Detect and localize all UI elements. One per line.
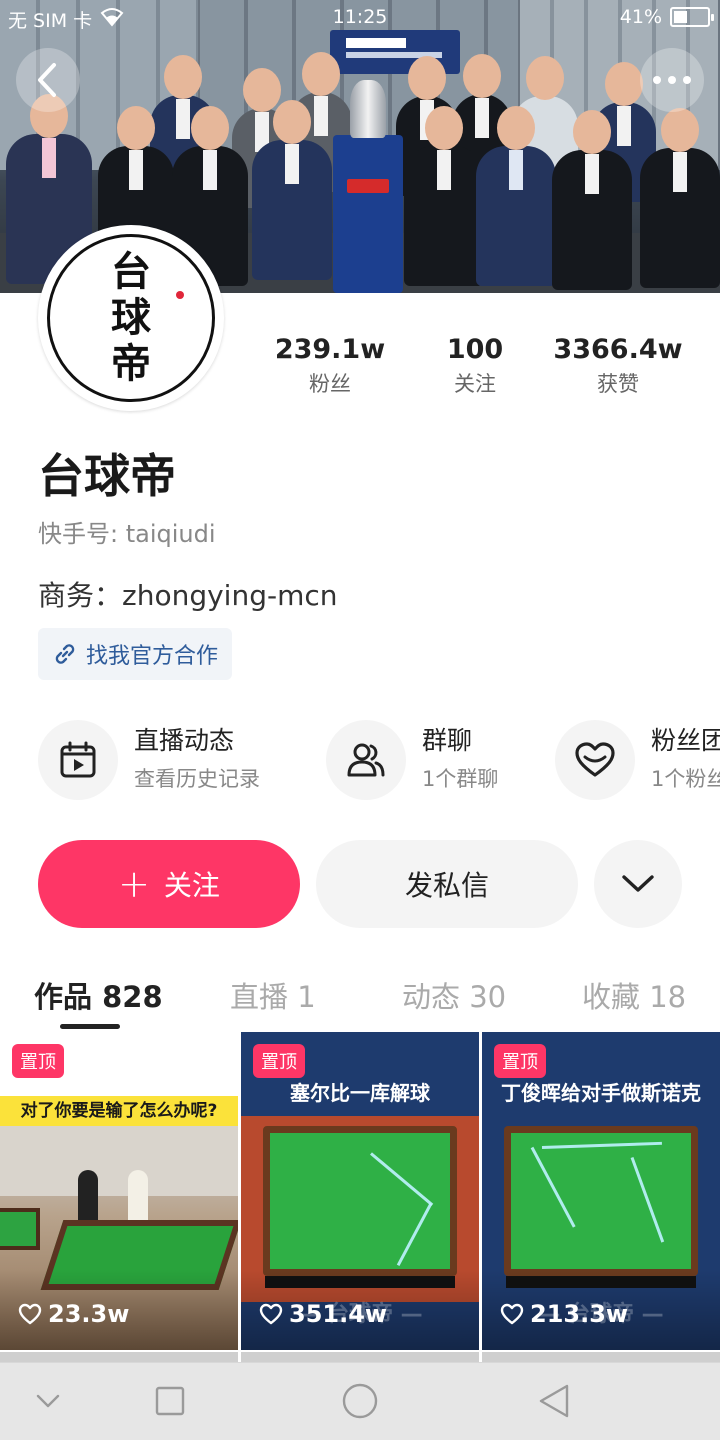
stat-value: 3366.4w	[553, 334, 683, 365]
tab-favorites[interactable]: 收藏 18	[582, 974, 686, 1016]
avatar-red-dot	[176, 291, 184, 299]
kuaishou-id[interactable]: 快手号: taiqiudi	[38, 514, 216, 549]
tab-active-indicator	[60, 1024, 120, 1029]
feature-subtitle: 1个群聊	[422, 767, 499, 791]
video-caption: 丁俊晖给对手做斯诺克	[501, 1081, 701, 1105]
pinned-badge: 置顶	[494, 1044, 546, 1078]
status-bar: 无 SIM 卡 11:25 41%	[0, 0, 720, 38]
video-grid: 置顶 对了你要是输了怎么办呢? 23.3w 置顶 塞尔比一库解球 — 台球帝 —…	[0, 1032, 720, 1362]
link-icon	[55, 644, 75, 664]
back-button[interactable]	[16, 48, 80, 112]
stat-likes[interactable]: 3366.4w 获赞	[550, 334, 686, 400]
square-icon	[155, 1386, 185, 1416]
feature-subtitle: 1个粉丝团	[651, 767, 720, 791]
tab-label: 直播 1	[230, 980, 316, 1014]
banner-player	[640, 108, 720, 288]
likes-count: 213.3w	[530, 1300, 629, 1328]
stat-label: 粉丝	[309, 372, 351, 396]
calendar-play-icon	[38, 720, 118, 800]
video-caption: 塞尔比一库解球	[290, 1081, 430, 1105]
likes-count: 351.4w	[289, 1300, 388, 1328]
follow-label: 关注	[163, 869, 220, 902]
battery-icon	[670, 7, 714, 27]
video-likes: 213.3w	[500, 1300, 628, 1328]
cooperation-label: 找我官方合作	[86, 644, 219, 669]
more-dots-icon	[653, 76, 691, 84]
triangle-back-icon	[539, 1384, 569, 1418]
banner-player	[476, 106, 556, 286]
nav-recents-button[interactable]	[150, 1381, 190, 1421]
group-users-icon	[326, 720, 406, 800]
stat-followers[interactable]: 239.1w 粉丝	[270, 334, 390, 400]
feature-title: 粉丝团	[651, 726, 720, 755]
banner-trophy	[350, 80, 386, 138]
video-tile[interactable]: 置顶 丁俊晖给对手做斯诺克 — 台球帝 — 213.3w	[482, 1032, 720, 1350]
plus-icon: +	[118, 862, 150, 906]
likes-count: 23.3w	[48, 1300, 130, 1328]
video-tile[interactable]: 置顶 对了你要是输了怎么办呢? 23.3w	[0, 1032, 238, 1350]
chevron-down-icon	[36, 1394, 60, 1408]
nav-home-button[interactable]	[340, 1381, 380, 1421]
nav-collapse-button[interactable]	[28, 1381, 68, 1421]
battery-percent: 41%	[619, 6, 662, 28]
clock: 11:25	[332, 6, 388, 28]
feature-group-chat[interactable]: 群聊 1个群聊	[326, 720, 498, 800]
chevron-left-icon	[38, 63, 56, 97]
banner-player	[404, 106, 484, 286]
heart-outline-icon	[500, 1303, 524, 1325]
tab-label: 动态 30	[402, 980, 507, 1014]
feature-live-history[interactable]: 直播动态 查看历史记录	[38, 720, 260, 800]
tab-works[interactable]: 作品 828	[34, 974, 163, 1029]
video-likes: 23.3w	[18, 1300, 129, 1328]
avatar-char: 球	[111, 294, 151, 341]
follow-button[interactable]: + 关注	[38, 840, 300, 928]
tab-label: 作品 828	[34, 980, 163, 1014]
banner-player	[252, 100, 332, 280]
video-likes: 351.4w	[259, 1300, 387, 1328]
pinned-badge: 置顶	[12, 1044, 64, 1078]
feature-title: 群聊	[422, 726, 473, 755]
avatar-logo: 台 球 帝	[47, 234, 215, 402]
feature-title: 直播动态	[134, 726, 235, 755]
more-button[interactable]	[640, 48, 704, 112]
feature-fan-club[interactable]: 粉丝团 1个粉丝团	[555, 720, 720, 800]
send-message-button[interactable]: 发私信	[316, 840, 578, 928]
system-navigation-bar	[0, 1362, 720, 1440]
business-contact: 商务：zhongying-mcn	[38, 579, 338, 612]
tab-live[interactable]: 直播 1	[230, 974, 316, 1016]
feature-subtitle: 查看历史记录	[134, 767, 260, 791]
avatar-char: 帝	[111, 340, 151, 387]
nav-back-button[interactable]	[534, 1381, 574, 1421]
heart-outline-icon	[18, 1303, 42, 1325]
heart-outline-icon	[259, 1303, 283, 1325]
message-label: 发私信	[404, 869, 489, 902]
chevron-down-icon	[622, 875, 654, 892]
stat-value: 100	[446, 334, 504, 365]
stat-following[interactable]: 100 关注	[420, 334, 530, 400]
video-tile[interactable]: 置顶 塞尔比一库解球 — 台球帝 — 351.4w	[241, 1032, 479, 1350]
tab-moments[interactable]: 动态 30	[402, 974, 506, 1016]
pinned-badge: 置顶	[253, 1044, 305, 1078]
banner-player	[552, 110, 632, 290]
more-actions-dropdown[interactable]	[594, 840, 682, 928]
video-grid-next-row	[0, 1352, 720, 1362]
banner-trophy-stand	[333, 135, 403, 293]
official-cooperation-link[interactable]: 找我官方合作	[38, 628, 233, 680]
profile-name: 台球帝	[38, 449, 176, 503]
video-caption: 对了你要是输了怎么办呢?	[0, 1096, 238, 1126]
tab-label: 收藏 18	[582, 980, 687, 1014]
stat-value: 239.1w	[274, 334, 386, 365]
content-tabs: 作品 828 直播 1 动态 30 收藏 18	[0, 960, 720, 1030]
stat-label: 获赞	[597, 372, 639, 396]
avatar-char: 台	[111, 248, 151, 295]
circle-home-icon	[342, 1383, 378, 1419]
stat-label: 关注	[454, 372, 496, 396]
avatar[interactable]: 台 球 帝	[38, 225, 224, 411]
heart-badge-icon	[555, 720, 635, 800]
battery-fill	[674, 11, 687, 23]
